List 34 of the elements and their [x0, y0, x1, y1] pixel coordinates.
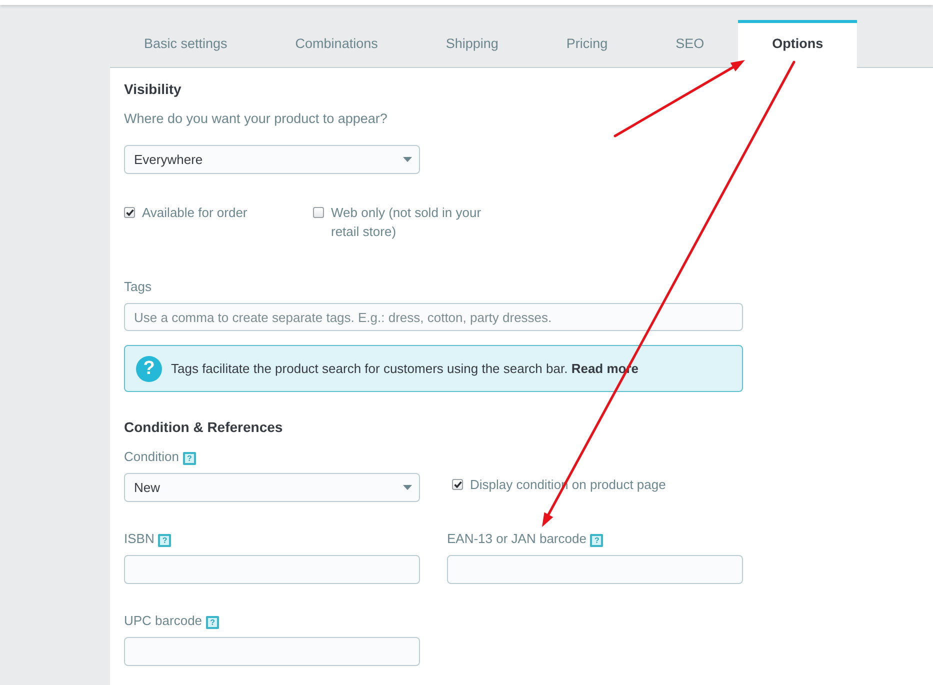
text-input[interactable]	[124, 637, 420, 666]
checkbox[interactable]	[124, 207, 135, 218]
checkbox-label: Web only (not sold in your retail store)	[331, 204, 482, 241]
dropdown[interactable]: Everywhere	[124, 145, 420, 174]
tab[interactable]: Basic settings	[110, 20, 262, 67]
field-label: Condition	[124, 448, 179, 466]
field-label: Tags	[124, 278, 152, 296]
tab[interactable]: SEO	[642, 20, 738, 67]
section-heading: Condition & References	[124, 418, 284, 437]
section-heading: Visibility	[124, 80, 182, 99]
help-icon[interactable]: ?	[158, 534, 172, 546]
help-icon[interactable]: ?	[590, 534, 604, 546]
dropdown[interactable]: New	[124, 473, 420, 502]
tab[interactable]: Pricing	[532, 20, 642, 67]
tab[interactable]: Shipping	[412, 20, 532, 67]
text-input[interactable]	[124, 555, 420, 584]
tab[interactable]: Options	[738, 20, 858, 68]
checkbox-label: Available for order	[142, 204, 248, 222]
checkbox[interactable]	[452, 479, 463, 490]
checkbox[interactable]	[313, 207, 324, 218]
checkmark-icon	[454, 481, 462, 488]
tab[interactable]: Combinations	[261, 20, 412, 67]
checkmark-icon	[126, 209, 134, 216]
help-icon[interactable]: ?	[206, 616, 220, 628]
question-circle-icon: ?	[136, 356, 162, 382]
caret-down-icon	[403, 485, 412, 490]
help-icon[interactable]: ?	[182, 452, 196, 464]
field-label: EAN-13 or JAN barcode	[447, 530, 586, 548]
text-input[interactable]	[447, 555, 743, 584]
field-label: UPC barcode	[124, 612, 202, 630]
caret-down-icon	[403, 157, 412, 162]
tags-input[interactable]: Use a comma to create separate tags. E.g.: dress, cotton, party dresses.	[124, 303, 743, 331]
field-label: ISBN	[124, 530, 154, 548]
field-label: Where do you want your product to appear?	[124, 110, 388, 128]
